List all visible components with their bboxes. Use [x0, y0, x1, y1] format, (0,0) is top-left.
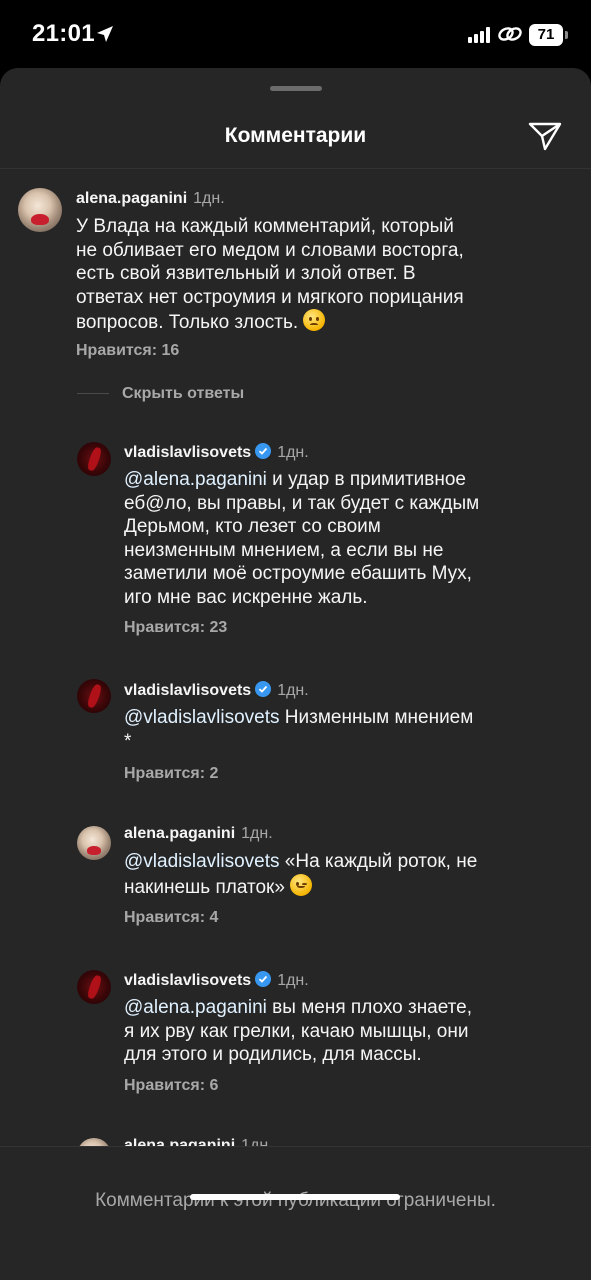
verified-badge-icon [255, 971, 272, 987]
reply-text: @vladislavlisovets Низменным мнением * [124, 706, 584, 753]
reply-line: @vladislavlisovets Низменным мнением [124, 706, 584, 730]
username-text[interactable]: alena.paganini [76, 190, 187, 207]
reply-text: @alena.paganini вы меня плохо знаете, я … [124, 996, 584, 1067]
reply-line: еб@ло, вы правы, и так будет с каждым [124, 492, 480, 514]
reply-line-text: накинешь платок» [124, 876, 285, 898]
mention-link[interactable]: @vladislavlisovets [124, 707, 280, 728]
comment-line: ответах нет остроумия и мягкого порицани… [76, 286, 464, 308]
avatar[interactable] [18, 188, 62, 232]
avatar[interactable] [77, 679, 111, 713]
reply-line-text: вы меня плохо знаете, [266, 997, 473, 1018]
comment-time: 1дн. [193, 190, 225, 207]
sheet-grabber[interactable] [270, 86, 322, 91]
comment-line: У Влада на каждый комментарий, который [76, 216, 454, 237]
battery-tip [565, 31, 568, 39]
comment-line: вопросов. Только злость. [76, 309, 576, 335]
reply-line: заметили моё остроумие ебашить Мух, [124, 563, 472, 585]
comment-line: не обливает его медом и словами восторга… [76, 239, 464, 261]
username-text[interactable]: vladislavlisovets [124, 682, 251, 699]
reply-time: 1дн. [277, 972, 309, 989]
location-arrow-icon [97, 26, 113, 42]
reply-time: 1дн. [277, 444, 309, 461]
sheet-title: Комментарии [224, 124, 367, 147]
reply-username[interactable]: vladislavlisovets 1дн. [124, 971, 309, 990]
reply-line: для этого и родились, для массы. [124, 1044, 422, 1066]
reply-line-text: и удар в примитивное [266, 469, 466, 490]
comment-username[interactable]: alena.paganini 1дн. [76, 190, 225, 208]
reply-line: иго мне вас искренне жаль. [124, 586, 368, 608]
home-indicator[interactable] [190, 1194, 400, 1200]
reply-line: @vladislavlisovets «На каждый роток, не [124, 850, 584, 874]
reply-time: 1дн. [277, 682, 309, 699]
comment-text: У Влада на каждый комментарий, который н… [76, 215, 576, 335]
reply-line-text: «На каждый роток, не [279, 851, 478, 872]
signal-icon [468, 27, 490, 43]
username-text[interactable]: alena.paganini [124, 825, 235, 842]
cellular-link-icon [498, 27, 522, 41]
reply-text: @alena.paganini и удар в примитивное еб@… [124, 468, 584, 610]
send-icon[interactable] [528, 121, 562, 151]
likes-count[interactable]: Нравится: 23 [124, 619, 227, 637]
battery-indicator: 71 [529, 24, 563, 46]
mention-link[interactable]: @alena.paganini [124, 997, 267, 1018]
reply-time: 1дн. [241, 825, 273, 842]
verified-badge-icon [255, 681, 272, 697]
likes-count[interactable]: Нравится: 6 [124, 1077, 218, 1095]
worried-face-emoji-icon [303, 309, 326, 332]
reply-username[interactable]: vladislavlisovets 1дн. [124, 681, 309, 700]
mention-link[interactable]: @alena.paganini [124, 469, 267, 490]
likes-count[interactable]: Нравится: 16 [76, 342, 179, 360]
reply-line: я их рву как грелки, качаю мышцы, они [124, 1020, 469, 1042]
avatar[interactable] [77, 442, 111, 476]
hide-replies-button[interactable]: Скрыть ответы [122, 385, 244, 403]
comments-restricted-bar: Комментарии к этой публикации ограничены… [0, 1146, 591, 1280]
reply-line-text: Низменным мнением [279, 707, 474, 728]
comment-line-text: вопросов. Только злость. [76, 312, 299, 334]
comments-sheet: Комментарии alena.paganini 1дн. У Влада н… [0, 68, 591, 1280]
likes-count[interactable]: Нравится: 4 [124, 909, 218, 927]
reply-text: @vladislavlisovets «На каждый роток, не … [124, 850, 584, 899]
mention-link[interactable]: @vladislavlisovets [124, 851, 280, 872]
reply-line: Дерьмом, кто лезет со своим [124, 516, 381, 538]
likes-count[interactable]: Нравится: 2 [124, 765, 218, 783]
title-divider [0, 168, 591, 169]
avatar[interactable] [77, 970, 111, 1004]
comment-line: есть свой язвительный и злой ответ. В [76, 263, 416, 285]
reply-username[interactable]: alena.paganini 1дн. [124, 825, 273, 843]
reply-line: @alena.paganini и удар в примитивное [124, 468, 584, 492]
verified-badge-icon [255, 443, 272, 459]
reply-line: @alena.paganini вы меня плохо знаете, [124, 996, 584, 1020]
reply-line: неизменным мнением, а если вы не [124, 539, 444, 561]
status-bar: 21:01 71 [0, 0, 591, 68]
reply-line: накинешь платок» [124, 873, 584, 900]
username-text[interactable]: vladislavlisovets [124, 444, 251, 461]
reply-username[interactable]: vladislavlisovets 1дн. [124, 443, 309, 462]
replies-divider [77, 393, 109, 394]
reply-line: * [124, 730, 132, 752]
avatar[interactable] [77, 826, 111, 860]
username-text[interactable]: vladislavlisovets [124, 972, 251, 989]
status-time: 21:01 [32, 20, 95, 47]
winking-face-emoji-icon [290, 873, 313, 896]
